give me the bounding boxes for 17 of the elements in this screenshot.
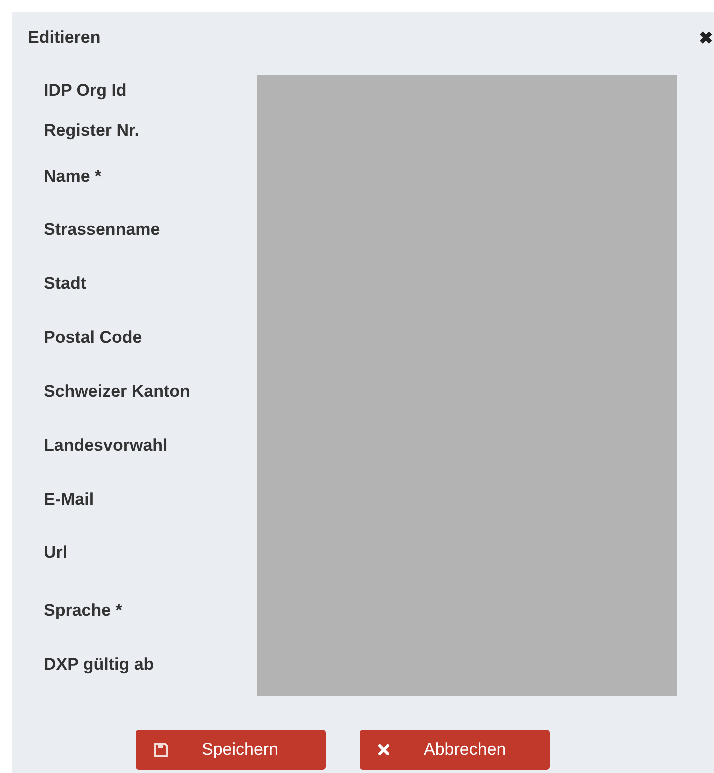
field-label: Postal Code xyxy=(44,327,142,348)
cancel-button[interactable]: Abbrechen xyxy=(360,730,550,770)
field-label: E-Mail xyxy=(44,489,94,510)
field-label: Name * xyxy=(44,166,102,187)
field-label: Register Nr. xyxy=(44,120,140,141)
field-label: Stadt xyxy=(44,273,86,294)
close-button[interactable]: ✖ xyxy=(699,30,714,46)
x-icon xyxy=(378,744,390,756)
dialog-title: Editieren xyxy=(28,27,101,50)
field-label: DXP gültig ab xyxy=(44,654,154,675)
field-label: Url xyxy=(44,542,68,563)
field-label: Sprache * xyxy=(44,600,122,621)
save-button[interactable]: Speichern xyxy=(136,730,326,770)
field-label: Schweizer Kanton xyxy=(44,381,190,402)
field-label: Strassenname xyxy=(44,219,160,240)
field-label: IDP Org Id xyxy=(44,80,127,101)
field-label: Landesvorwahl xyxy=(44,435,168,456)
